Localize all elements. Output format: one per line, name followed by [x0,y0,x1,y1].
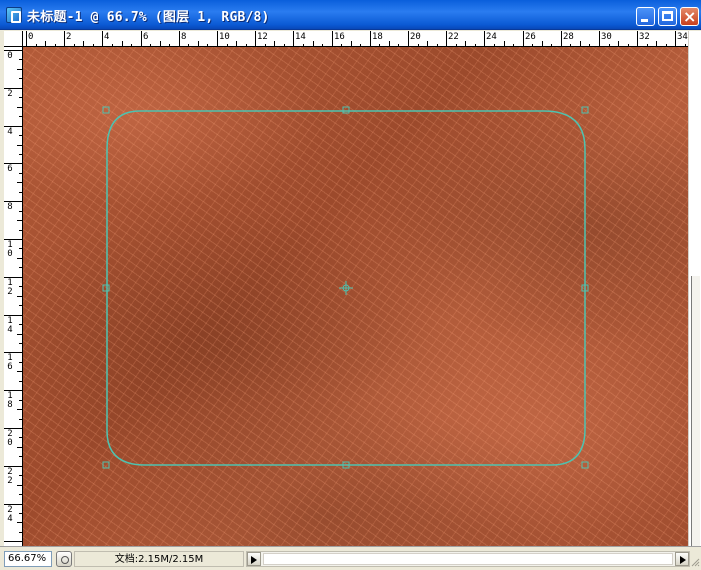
triangle-right-icon [251,556,257,564]
horizontal-ruler-ticks [26,31,686,46]
resize-grip-icon[interactable] [690,551,700,567]
ruler-h-label: 22 [448,32,459,42]
horizontal-scrollbar[interactable] [246,551,690,567]
ruler-h-label: 4 [104,32,110,42]
ruler-v-label: 18 [7,391,13,410]
photoshop-document-icon[interactable] [6,7,22,23]
ruler-v-label: 24 [7,505,13,524]
close-button[interactable]: × [680,7,699,26]
horizontal-ruler[interactable]: 0 2 4 6 8 10 12 14 16 18 20 22 24 26 28 30 32 34 [23,31,688,47]
ruler-h-label: 18 [372,32,383,42]
scroll-right-button[interactable] [675,552,689,566]
ruler-h-label: 24 [486,32,497,42]
horizontal-scrollbar-thumb[interactable] [263,553,673,565]
scroll-left-button[interactable] [247,552,261,566]
ruler-v-label: 0 [7,51,13,61]
maximize-icon [662,11,673,21]
minimize-icon [641,19,648,22]
vertical-scrollbar-thumb[interactable] [691,276,700,546]
vertical-ruler[interactable]: 024681012141618202224 [4,47,23,546]
ruler-v-label: 14 [7,316,13,335]
ruler-h-label: 0 [28,32,34,42]
ruler-h-label: 26 [525,32,536,42]
ruler-v-label: 4 [7,127,13,137]
ruler-h-label: 20 [410,32,421,42]
ruler-h-label: 2 [66,32,72,42]
triangle-right-icon [680,556,686,564]
anchor-point-middle-left[interactable] [102,284,110,292]
ruler-v-label: 2 [7,89,13,99]
ruler-h-label: 6 [143,32,149,42]
ruler-h-label: 16 [334,32,345,42]
ruler-v-label: 10 [7,240,13,259]
vertical-scrollbar[interactable] [688,31,701,546]
anchor-point-top-center[interactable] [342,106,350,114]
maximize-button[interactable] [658,7,677,26]
ruler-origin[interactable] [4,31,23,47]
ruler-h-label: 28 [563,32,574,42]
ruler-v-label: 16 [7,353,13,372]
document-window: 未标题-1 @ 66.7% (图层 1, RGB/8) × 0 2 4 6 8 10 12 1… [0,0,701,570]
ruler-h-label: 34 [677,32,688,42]
anchor-point-bottom-left[interactable] [102,461,110,469]
crosshair-center-icon[interactable] [339,281,353,295]
ruler-h-label: 14 [295,32,306,42]
ruler-h-label: 32 [639,32,650,42]
ruler-v-label: 20 [7,429,13,448]
title-bar[interactable]: 未标题-1 @ 66.7% (图层 1, RGB/8) × [0,0,701,30]
minimize-button[interactable] [636,7,655,26]
ruler-h-label: 12 [257,32,268,42]
info-circle-icon[interactable] [56,551,72,567]
anchor-point-top-left[interactable] [102,106,110,114]
anchor-point-top-right[interactable] [581,106,589,114]
image-canvas[interactable] [23,47,688,546]
close-icon: × [683,7,697,26]
ruler-h-label: 10 [219,32,230,42]
ruler-h-label: 8 [181,32,187,42]
ruler-v-label: 22 [7,467,13,486]
window-title: 未标题-1 @ 66.7% (图层 1, RGB/8) [27,10,270,25]
path-overlay [102,106,589,469]
status-bar: 66.67% 文档:2.15M/2.15M [0,546,701,570]
zoom-level-field[interactable]: 66.67% [4,551,52,567]
document-size-info[interactable]: 文档:2.15M/2.15M [74,551,244,567]
ruler-v-label: 8 [7,202,13,212]
ruler-h-label: 30 [601,32,612,42]
ruler-v-label: 12 [7,278,13,297]
anchor-point-bottom-right[interactable] [581,461,589,469]
ruler-v-label: 6 [7,164,13,174]
